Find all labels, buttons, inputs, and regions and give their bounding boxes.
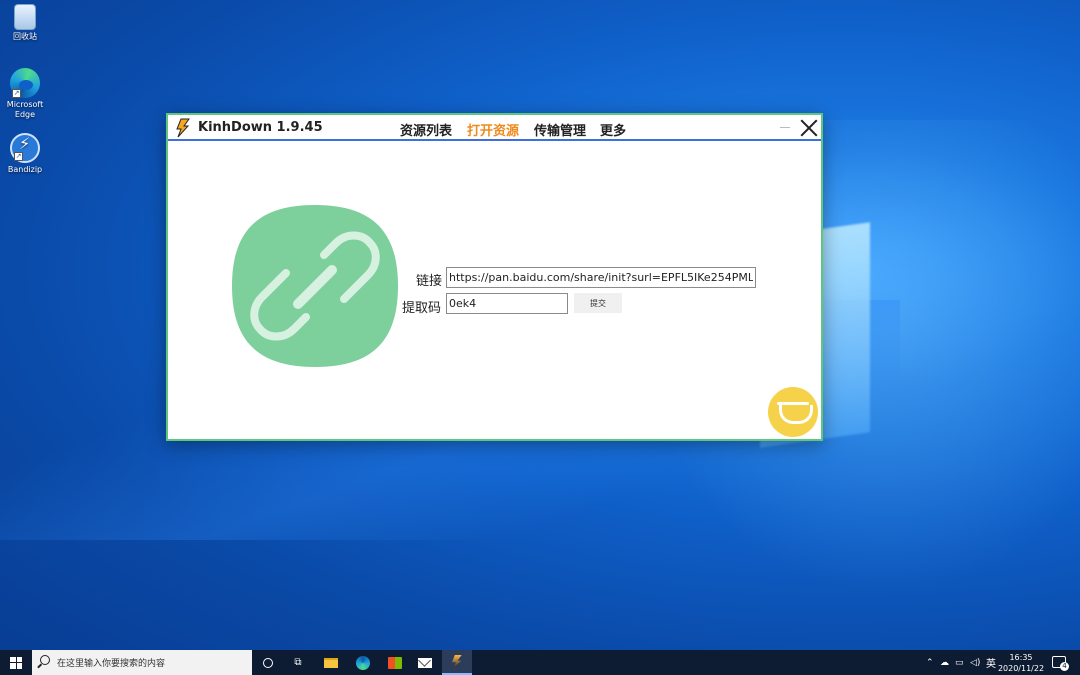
volume-icon: ◁) xyxy=(970,657,981,668)
taskbar-file-explorer[interactable] xyxy=(316,650,346,675)
file-explorer-icon xyxy=(324,657,338,668)
taskbar-store[interactable] xyxy=(380,650,410,675)
desktop-icon-recycle-bin[interactable]: 回收站 xyxy=(2,4,48,42)
title-bar[interactable]: KinhDown 1.9.45 资源列表 打开资源 传输管理 更多 xyxy=(168,115,821,141)
desktop-icon-label: 回收站 xyxy=(13,32,37,41)
kinhdown-window: KinhDown 1.9.45 资源列表 打开资源 传输管理 更多 链接 提取码… xyxy=(166,113,823,441)
link-input[interactable] xyxy=(446,267,756,288)
close-button[interactable] xyxy=(798,117,820,139)
taskbar-kinhdown[interactable] xyxy=(442,650,472,675)
recycle-bin-icon xyxy=(14,4,36,30)
volume-tray[interactable]: ◁) xyxy=(970,650,980,675)
menu-transfer-manager[interactable]: 传输管理 xyxy=(534,120,586,139)
search-icon xyxy=(40,655,50,665)
mascot-face-icon[interactable] xyxy=(768,387,818,437)
cortana-button[interactable] xyxy=(258,650,278,675)
network-tray[interactable]: ▭ xyxy=(955,650,964,675)
network-icon: ▭ xyxy=(955,657,964,668)
minimize-button[interactable] xyxy=(780,127,790,128)
task-view-icon: ⧉ xyxy=(294,657,302,668)
link-illustration-icon xyxy=(232,205,398,367)
desktop-icon-edge[interactable]: ↗ Microsoft Edge xyxy=(2,68,48,120)
taskbar: 在这里输入你要搜索的内容 ⧉ ⌃ ☁ ▭ ◁) 英 16:35 2020/11/… xyxy=(0,650,1080,675)
taskbar-clock[interactable]: 16:35 2020/11/22 xyxy=(996,652,1046,674)
kinhdown-logo-icon xyxy=(176,118,190,138)
menu-open-resource[interactable]: 打开资源 xyxy=(467,120,519,139)
windows-logo-icon xyxy=(10,656,22,669)
submit-button[interactable]: 提交 xyxy=(574,293,622,313)
bandizip-icon: ↗ xyxy=(10,133,40,163)
clock-time: 16:35 xyxy=(1009,653,1033,662)
taskbar-search-box[interactable]: 在这里输入你要搜索的内容 xyxy=(32,650,252,675)
mail-icon xyxy=(418,657,432,668)
menu-resource-list[interactable]: 资源列表 xyxy=(400,120,452,139)
desktop-icon-label: Microsoft Edge xyxy=(6,100,44,119)
notification-count-badge: 4 xyxy=(1060,662,1069,671)
show-hidden-icons-button[interactable]: ⌃ xyxy=(926,650,934,675)
taskbar-mail[interactable] xyxy=(410,650,440,675)
extract-code-label: 提取码 xyxy=(402,301,442,316)
edge-icon: ↗ xyxy=(10,68,40,98)
ime-indicator[interactable]: 英 xyxy=(986,650,996,675)
link-label: 链接 xyxy=(416,274,443,289)
shortcut-arrow-icon: ↗ xyxy=(14,152,23,161)
clock-date: 2020/11/22 xyxy=(997,664,1045,673)
desktop-icon-label: Bandizip xyxy=(7,165,43,174)
cloud-icon: ☁ xyxy=(940,657,949,668)
menu-more[interactable]: 更多 xyxy=(600,120,626,139)
onedrive-tray[interactable]: ☁ xyxy=(940,650,949,675)
search-placeholder: 在这里输入你要搜索的内容 xyxy=(57,659,166,669)
store-icon xyxy=(388,656,402,669)
edge-icon xyxy=(356,655,370,670)
kinhdown-icon xyxy=(452,654,462,669)
task-view-button[interactable]: ⧉ xyxy=(288,650,308,675)
cortana-circle-icon xyxy=(263,657,273,668)
chevron-up-icon: ⌃ xyxy=(926,657,934,668)
start-button[interactable] xyxy=(0,650,32,675)
app-title: KinhDown 1.9.45 xyxy=(198,120,323,135)
extract-code-input[interactable] xyxy=(446,293,568,314)
shortcut-arrow-icon: ↗ xyxy=(12,89,21,98)
desktop-icon-bandizip[interactable]: ↗ Bandizip xyxy=(2,133,48,175)
taskbar-edge[interactable] xyxy=(348,650,378,675)
